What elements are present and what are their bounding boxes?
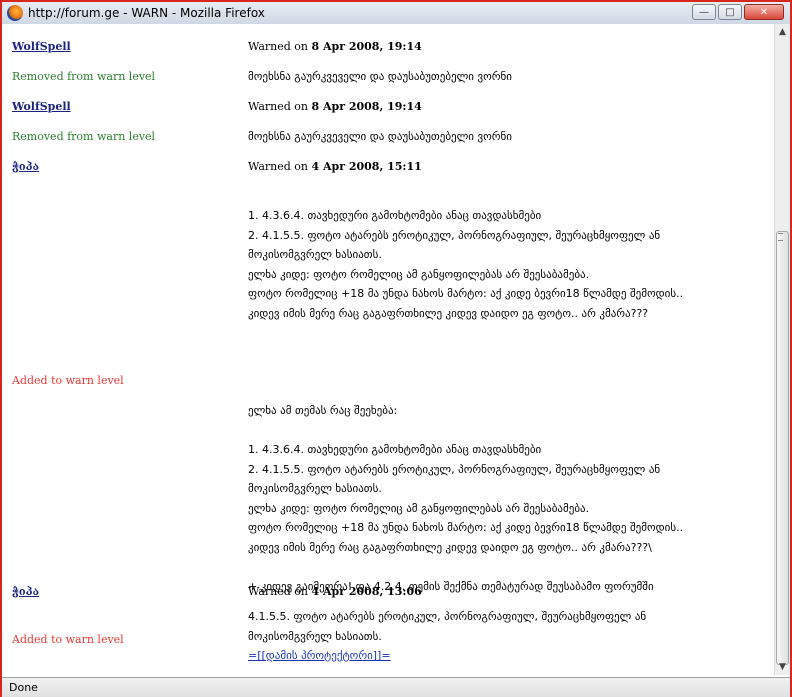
warned-date: Warned on 4 Apr 2008, 15:11	[248, 160, 422, 173]
warned-prefix: Warned on	[248, 160, 312, 173]
title-bar: http://forum.ge - WARN - Mozilla Firefox…	[2, 2, 790, 25]
user-link[interactable]: WolfSpell	[12, 40, 71, 53]
protector-link[interactable]: =[[დამის პროტექტორი]]=	[248, 646, 391, 666]
warned-date: Warned on 4 Apr 2008, 13:06	[248, 585, 422, 598]
vertical-scrollbar[interactable]: ▲ ▼	[774, 24, 790, 675]
warn-message: მოეხსნა გაურკვეველი და დაუსაბუთებელი ვორ…	[248, 70, 512, 83]
warn-message: მოეხსნა გაურკვეველი და დაუსაბუთებელი ვორ…	[248, 130, 512, 143]
status-bar: Done	[2, 677, 790, 697]
warned-timestamp: 4 Apr 2008, 13:06	[311, 585, 422, 598]
warn-message: 1. 4.3.6.4. თავხედური გამოხტომები ანაც თ…	[248, 209, 684, 593]
user-link[interactable]: ჭიპა	[12, 585, 39, 598]
close-button[interactable]: ✕	[744, 4, 784, 20]
scroll-grip-icon	[778, 233, 783, 241]
warn-status: Added to warn level	[12, 633, 124, 646]
warn-status: Removed from warn level	[12, 130, 156, 143]
warned-prefix: Warned on	[248, 585, 312, 598]
warned-prefix: Warned on	[248, 40, 312, 53]
status-text: Done	[9, 681, 38, 694]
window-controls: — □ ✕	[692, 4, 784, 20]
user-link[interactable]: WolfSpell	[12, 100, 71, 113]
warn-status: Added to warn level	[12, 374, 124, 387]
user-link[interactable]: ჭიპა	[12, 160, 39, 173]
scroll-down-icon[interactable]: ▼	[775, 659, 790, 675]
warned-date: Warned on 8 Apr 2008, 19:14	[248, 100, 422, 113]
warned-timestamp: 8 Apr 2008, 19:14	[311, 100, 422, 113]
warn-status: Removed from warn level	[12, 70, 156, 83]
warn-log-content: WolfSpell Warned on 8 Apr 2008, 19:14 Re…	[2, 24, 774, 675]
scroll-thumb[interactable]	[776, 231, 789, 665]
minimize-button[interactable]: —	[692, 4, 716, 20]
warn-message: 4.1.5.5. ფოტო ატარებს ეროტიკულ, პორნოგრა…	[248, 610, 647, 643]
scroll-up-icon[interactable]: ▲	[775, 24, 790, 40]
maximize-button[interactable]: □	[718, 4, 742, 20]
window-title: http://forum.ge - WARN - Mozilla Firefox	[28, 6, 265, 20]
warned-date: Warned on 8 Apr 2008, 19:14	[248, 40, 422, 53]
firefox-icon	[7, 5, 23, 21]
browser-window: http://forum.ge - WARN - Mozilla Firefox…	[0, 0, 792, 697]
warned-timestamp: 8 Apr 2008, 19:14	[311, 40, 422, 53]
warned-timestamp: 4 Apr 2008, 15:11	[311, 160, 422, 173]
warned-prefix: Warned on	[248, 100, 312, 113]
